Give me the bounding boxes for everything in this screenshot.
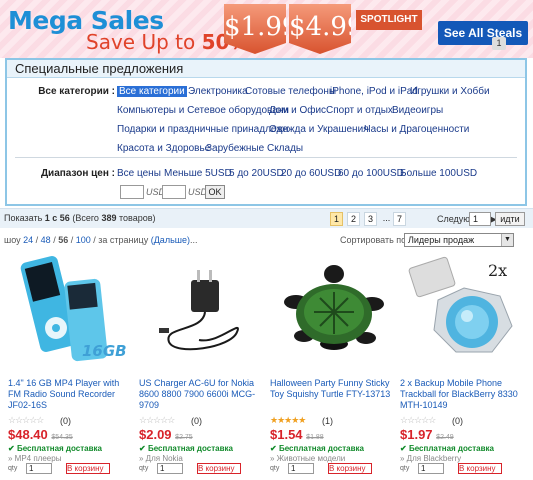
see-all-steals-button[interactable]: See All Steals (438, 21, 528, 45)
categories-label: Все категории : (38, 86, 115, 97)
product-price: $1.97 $2.49 (400, 427, 454, 442)
qty-label: qty (139, 465, 149, 472)
add-to-cart-button[interactable]: В корзину (197, 463, 241, 474)
more-link[interactable]: (Дальше) (151, 235, 190, 245)
per-page-option[interactable]: 24 (23, 235, 33, 245)
rating-stars: ☆☆☆☆☆ (400, 415, 436, 425)
per-page-current: 56 (58, 235, 69, 245)
quantity-input[interactable]: 1 (26, 463, 52, 474)
pagination-bar: Показать 1 с 56 (Всего 389 товаров) 1 2 … (0, 208, 533, 228)
product-title-link[interactable]: 2 x Backup Mobile Phone Trackball for Bl… (400, 378, 526, 411)
rating-stars: ☆☆☆☆☆ (8, 415, 44, 425)
offers-divider (15, 157, 517, 158)
price-range-label: Диапазон цен : (40, 168, 115, 179)
page-number-input[interactable]: 1 (469, 212, 491, 226)
category-link[interactable]: Часы и Драгоценности (364, 124, 469, 135)
category-link[interactable]: Дом и Офис (269, 105, 326, 116)
category-link[interactable]: Спорт и отдых (326, 105, 393, 116)
quantity-label: 2x (488, 261, 507, 280)
product-category-link[interactable]: » Животные модели (270, 454, 345, 463)
page-ellipsis: ... (382, 213, 391, 223)
category-link[interactable]: Компьютеры и Сетевое оборудовани (117, 105, 289, 116)
quantity-input[interactable]: 1 (157, 463, 183, 474)
category-link[interactable]: Игрушки и Хобби (410, 86, 490, 97)
product-price: $48.40 $54.35 (8, 427, 73, 442)
product-title-link[interactable]: Halloween Party Funny Sticky Toy Squishy… (270, 378, 396, 400)
category-link[interactable]: iPhone, iPod и iPad (330, 86, 418, 97)
category-link[interactable]: Красота и Здоровье (117, 143, 210, 154)
category-link[interactable]: Одежда и Украшения (269, 124, 369, 135)
price-range-link[interactable]: 60 до 100USD (338, 168, 404, 179)
category-link[interactable]: Электроника (188, 86, 248, 97)
page-link[interactable]: 7 (393, 212, 406, 226)
product-card: 16GB 1.4" 16 GB MP4 Player with FM Radio… (8, 252, 136, 478)
quantity-input[interactable]: 1 (288, 463, 314, 474)
product-card: 2x 2 x Backup Mobile Phone Trackball for… (400, 252, 528, 478)
product-category-link[interactable]: » Для Blackberry (400, 454, 461, 463)
page-link[interactable]: 2 (347, 212, 360, 226)
qty-label: qty (400, 465, 410, 472)
free-shipping-label: ✔ Бесплатная доставка (139, 444, 233, 453)
price-range-link[interactable]: Все цены (117, 168, 161, 179)
price-max-input[interactable] (162, 185, 186, 199)
product-price: $2.09 $2.75 (139, 427, 193, 442)
special-offers-panel: Специальные предложения Все категории : … (5, 58, 527, 206)
capacity-label: 16GB (82, 342, 127, 360)
product-title-link[interactable]: 1.4" 16 GB MP4 Player with FM Radio Soun… (8, 378, 134, 411)
review-count[interactable]: (1) (322, 416, 333, 426)
page-link[interactable]: 3 (364, 212, 377, 226)
results-summary: Показать 1 с 56 (Всего 389 товаров) (4, 213, 156, 223)
product-image[interactable]: 2x (400, 252, 528, 370)
qty-label: qty (8, 465, 18, 472)
free-shipping-label: ✔ Бесплатная доставка (8, 444, 102, 453)
category-link[interactable]: Все категории (117, 86, 187, 97)
review-count[interactable]: (0) (452, 416, 463, 426)
price-range-link[interactable]: 20 до 60USD (281, 168, 341, 179)
sort-select[interactable]: Лидеры продаж ▼ (404, 233, 514, 247)
price-range-link[interactable]: 5 до 20USD (229, 168, 284, 179)
category-link[interactable]: Видеоигры (392, 105, 443, 116)
review-count[interactable]: (0) (191, 416, 202, 426)
category-link[interactable]: Подарки и праздничные принадлежн (117, 124, 289, 135)
product-title-link[interactable]: US Charger AC-6U for Nokia 8600 8800 790… (139, 378, 265, 411)
qty-label: qty (270, 465, 280, 472)
promo-banner[interactable]: Mega Sales Save Up to 50% $1.99 $4.99 SP… (0, 0, 533, 58)
rating-stars: ★★★★★ (270, 415, 306, 425)
category-link[interactable]: Зарубежные Склады (206, 143, 303, 154)
review-count[interactable]: (0) (60, 416, 71, 426)
product-image[interactable]: 16GB (8, 252, 136, 370)
per-page-option[interactable]: 48 (41, 235, 51, 245)
add-to-cart-button[interactable]: В корзину (328, 463, 372, 474)
free-shipping-label: ✔ Бесплатная доставка (400, 444, 494, 453)
product-card: US Charger AC-6U for Nokia 8600 8800 790… (139, 252, 267, 478)
category-link[interactable]: Сотовые телефоны (245, 86, 336, 97)
spotlight-label[interactable]: SPOTLIGHT (356, 10, 422, 30)
add-to-cart-button[interactable]: В корзину (458, 463, 502, 474)
product-image[interactable] (270, 252, 398, 370)
per-page-selector: шоу 24 / 48 / 56 / 100 / за страницу (Да… (4, 235, 198, 245)
product-category-link[interactable]: » Для Nokia (139, 454, 183, 463)
price-min-input[interactable] (120, 185, 144, 199)
add-to-cart-button[interactable]: В корзину (66, 463, 110, 474)
price-range-link[interactable]: Меньше 5USD (164, 168, 232, 179)
price-range-link[interactable]: Больше 100USD (400, 168, 477, 179)
rating-stars: ☆☆☆☆☆ (139, 415, 175, 425)
product-category-link[interactable]: » MP4 плееры (8, 454, 61, 463)
product-price: $1.54 $1.88 (270, 427, 324, 442)
offers-title: Специальные предложения (7, 60, 525, 78)
product-image[interactable] (139, 252, 267, 370)
go-button[interactable]: идти (495, 212, 525, 226)
page-link[interactable]: 1 (330, 212, 343, 226)
banner-badge: 1 (492, 37, 506, 50)
per-page-option[interactable]: 100 (76, 235, 91, 245)
chevron-down-icon: ▼ (501, 234, 513, 246)
product-card: Halloween Party Funny Sticky Toy Squishy… (270, 252, 398, 478)
quantity-input[interactable]: 1 (418, 463, 444, 474)
free-shipping-label: ✔ Бесплатная доставка (270, 444, 364, 453)
sort-label: Сортировать по: (340, 235, 409, 245)
price-ok-button[interactable]: OK (205, 185, 225, 199)
price-tag-2[interactable]: $4.99 (289, 4, 351, 54)
